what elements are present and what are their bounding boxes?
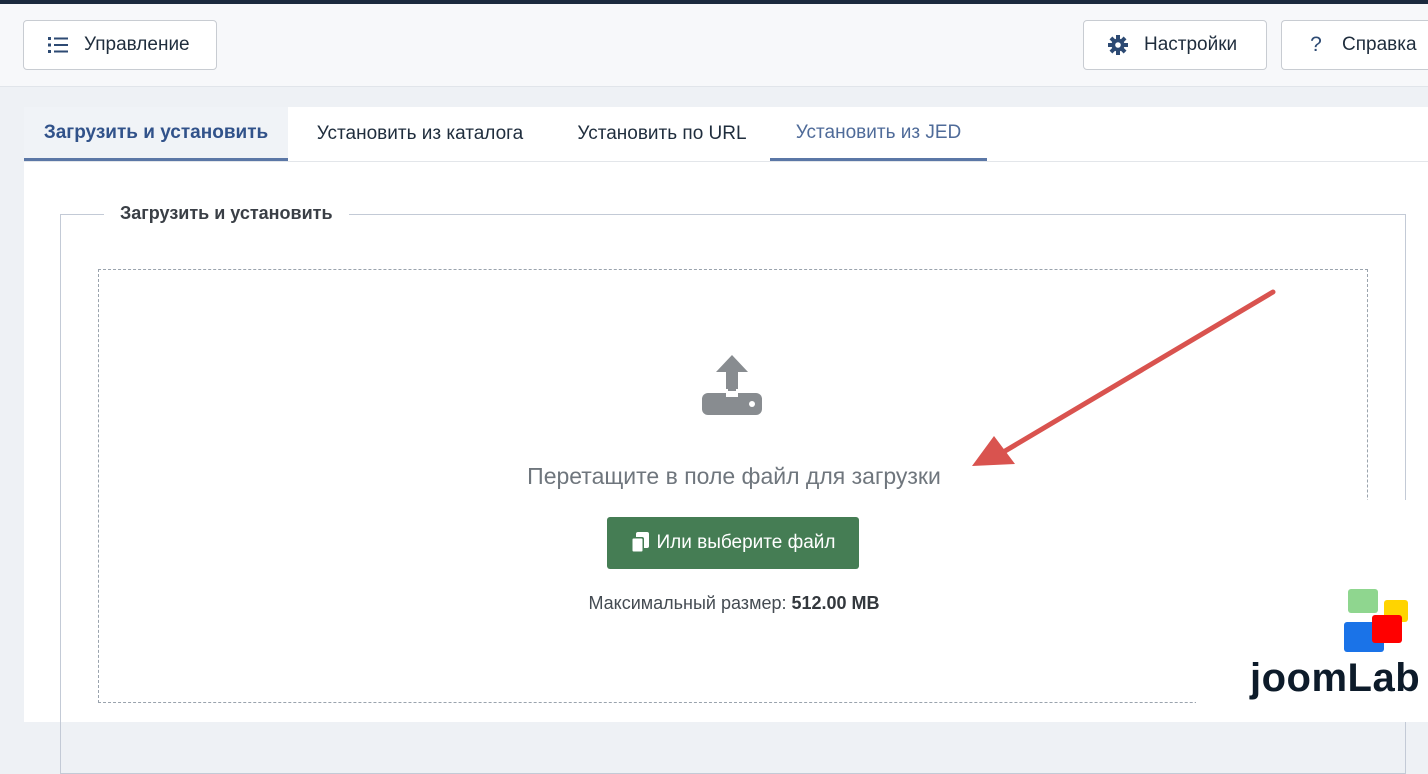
logo-square-red — [1372, 615, 1402, 643]
joomlab-logo-text: joomLab — [1250, 656, 1421, 700]
logo-square-green — [1348, 589, 1378, 613]
